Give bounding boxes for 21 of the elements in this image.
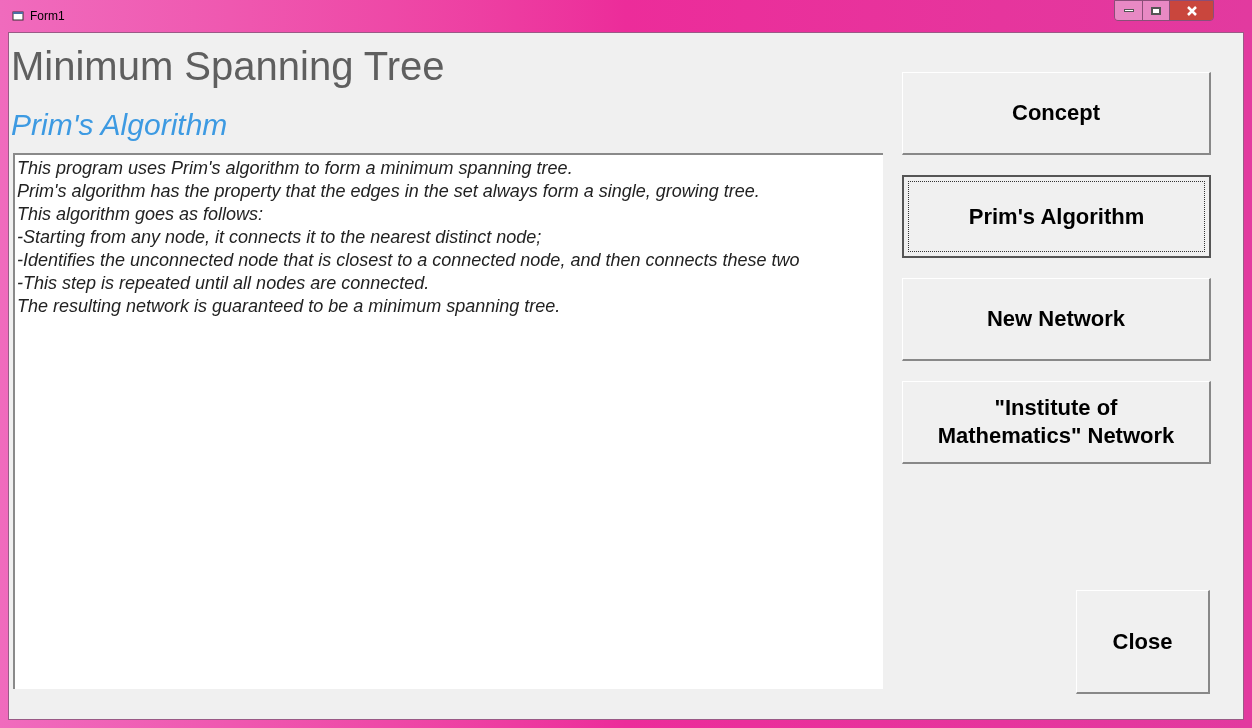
- window-icon: [12, 10, 24, 22]
- description-textbox[interactable]: [13, 153, 883, 689]
- menu-button[interactable]: "Institute of Mathematics" Network: [902, 381, 1211, 464]
- window-title: Form1: [30, 8, 65, 25]
- minimize-button[interactable]: [1115, 1, 1142, 20]
- subheading: Prim's Algorithm: [11, 107, 229, 143]
- description-line: -Starting from any node, it connects it to the nearest distinct node;: [17, 226, 543, 249]
- close-window-button[interactable]: [1169, 1, 1213, 20]
- description-line: This program uses Prim's algorithm to form a minimum spanning tree.: [17, 157, 574, 180]
- description-line: This algorithm goes as follows:: [17, 203, 265, 226]
- maximize-button[interactable]: [1142, 1, 1169, 20]
- menu-button[interactable]: Concept: [902, 72, 1211, 155]
- menu-button[interactable]: Prim's Algorithm: [902, 175, 1211, 258]
- description-line: The resulting network is guaranteed to be a minimum spanning tree.: [17, 295, 562, 318]
- description-line: Prim's algorithm has the property that the edges in the set always form a single, growing tree.: [17, 180, 761, 203]
- description-line: -This step is repeated until all nodes are connected.: [17, 272, 431, 295]
- close-icon: [1186, 5, 1197, 16]
- description-line: -Identifies the unconnected node that is closest to a connected node, and then connects these two: [17, 249, 801, 272]
- close-button[interactable]: Close: [1076, 590, 1210, 694]
- menu-button[interactable]: New Network: [902, 278, 1211, 361]
- heading: Minimum Spanning Tree: [11, 43, 446, 90]
